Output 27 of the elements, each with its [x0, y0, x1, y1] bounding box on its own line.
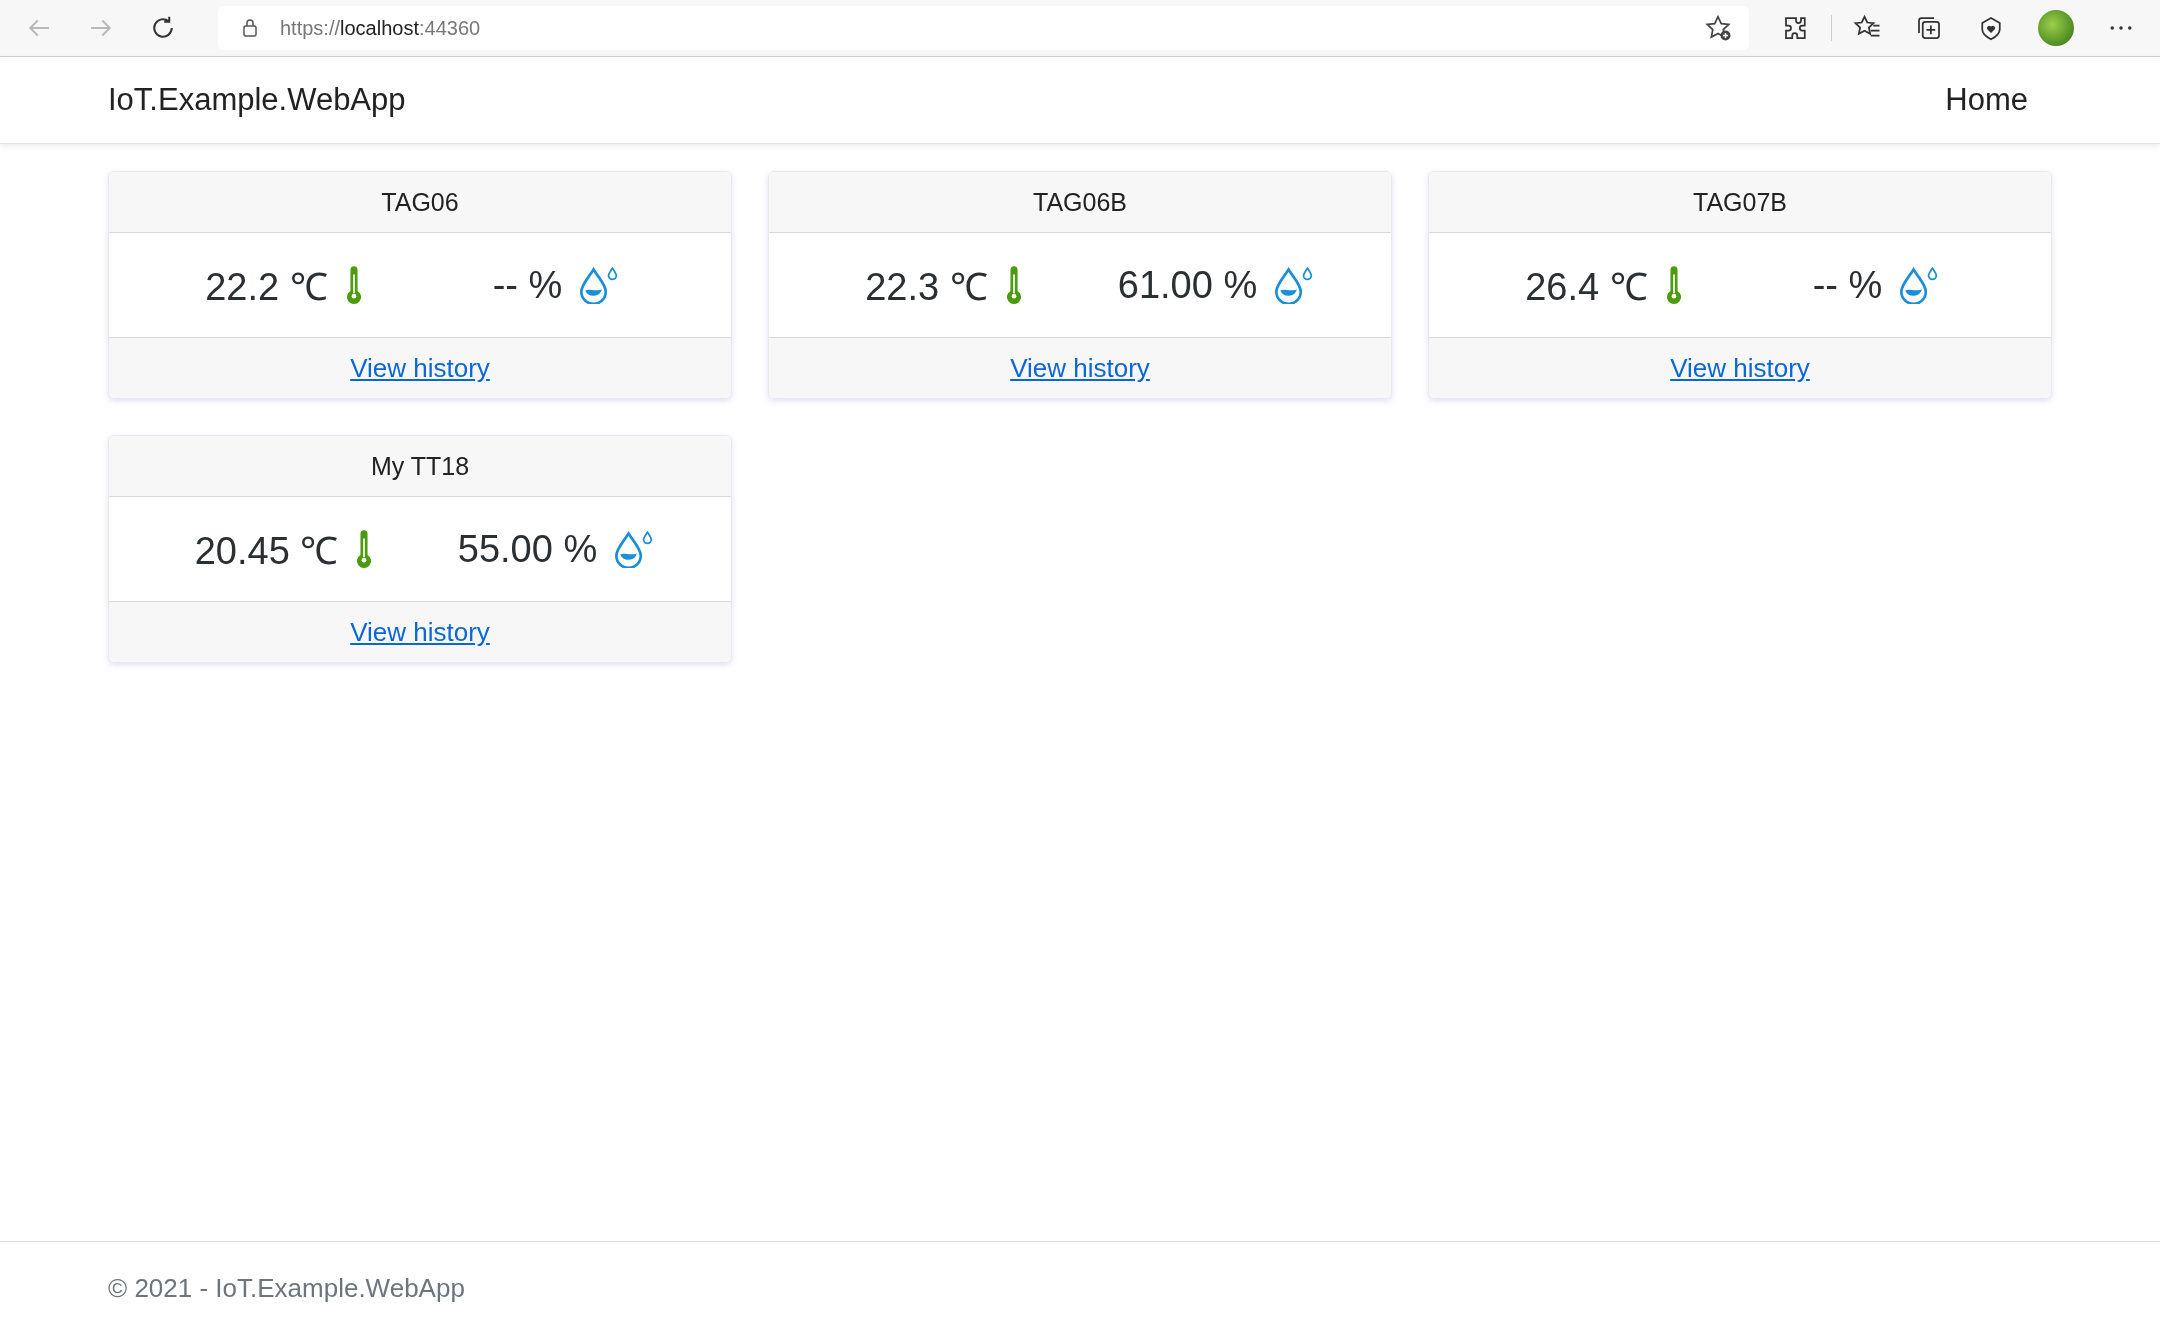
temperature-value: 22.2 ℃: [205, 265, 328, 310]
brand-link[interactable]: IoT.Example.WebApp: [108, 82, 406, 118]
card-title: TAG07B: [1693, 187, 1787, 217]
url-text: https://localhost:44360: [280, 16, 482, 40]
humidity-value: 55.00 %: [457, 527, 598, 571]
humidity-value: -- %: [492, 263, 563, 307]
view-history-link[interactable]: View history: [350, 616, 490, 648]
star-plus-icon[interactable]: [1703, 13, 1733, 43]
view-history-link[interactable]: View history: [1010, 352, 1150, 384]
copyright-text: © 2021 - IoT.Example.WebApp: [108, 1272, 465, 1304]
humidity-value: -- %: [1812, 263, 1883, 307]
nav-link[interactable]: Home: [1945, 82, 2028, 118]
profile-avatar[interactable]: [2038, 10, 2074, 46]
card-title: TAG06: [381, 187, 459, 217]
view-history-link[interactable]: View history: [1670, 352, 1810, 384]
water-drop-icon: [613, 530, 654, 568]
water-drop-icon: [578, 266, 619, 304]
water-drop-icon: [1898, 266, 1939, 304]
temperature-value: 22.3 ℃: [865, 265, 988, 310]
water-drop-icon: [1273, 266, 1314, 304]
card-title: My TT18: [370, 451, 470, 481]
humidity-value: 61.00 %: [1117, 263, 1258, 307]
card-title: TAG06B: [1033, 187, 1127, 217]
view-history-link[interactable]: View history: [350, 352, 490, 384]
temperature-value: 26.4 ℃: [1525, 265, 1648, 310]
temperature-value: 20.45 ℃: [194, 529, 339, 574]
address-bar[interactable]: https://localhost:44360: [218, 6, 1749, 50]
